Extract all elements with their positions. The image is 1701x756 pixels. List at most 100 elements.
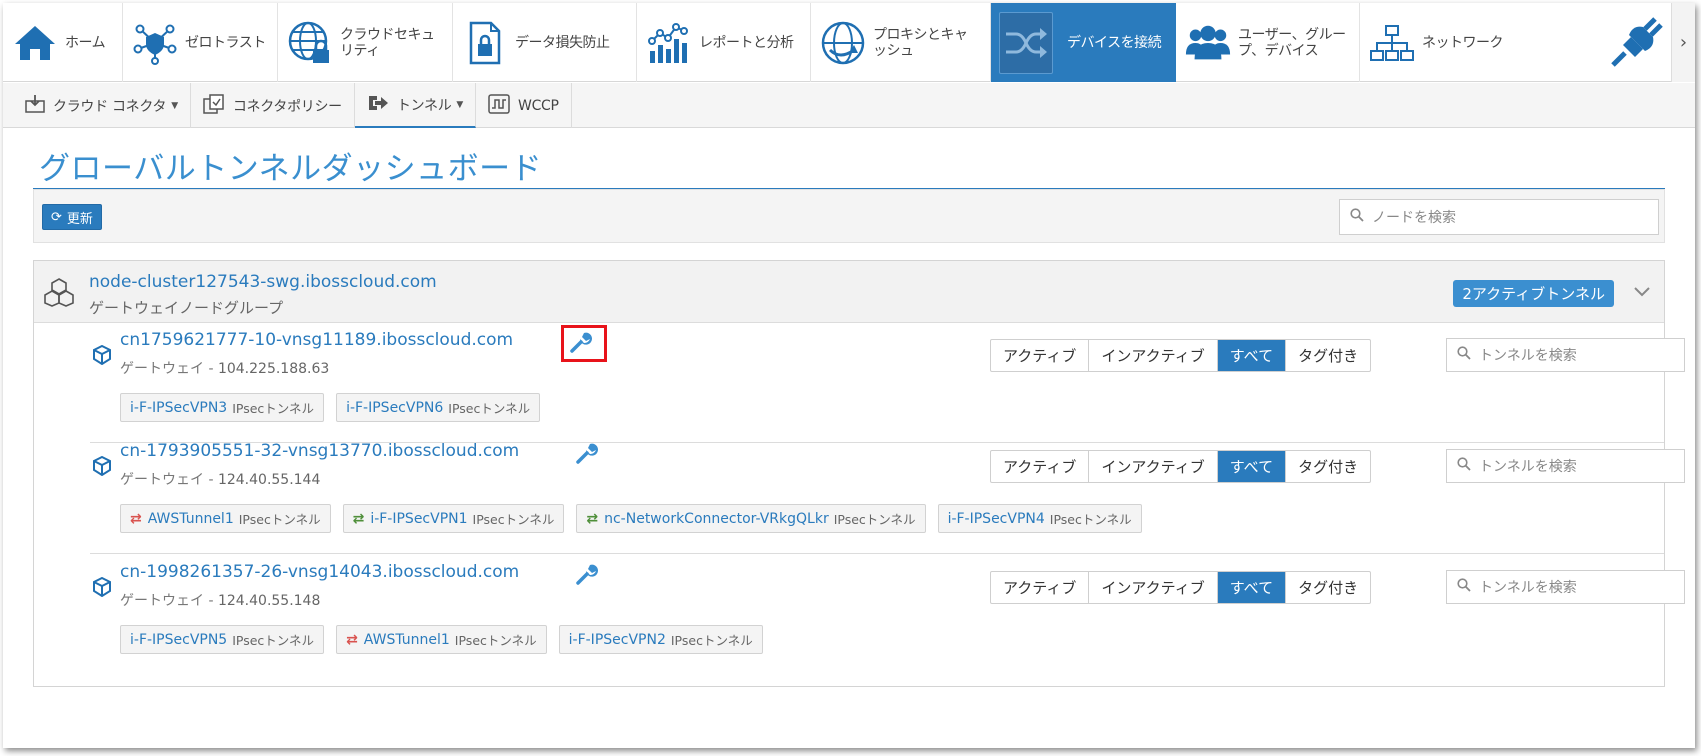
tunnel-name: AWSTunnel1 xyxy=(363,631,450,648)
nav-scroll-right-button[interactable]: › xyxy=(1671,3,1695,82)
tunnel-name: i-F-IPSecVPN1 xyxy=(370,510,468,527)
filter-tagged-button[interactable]: タグ付き xyxy=(1286,451,1370,482)
nav-network[interactable]: ネットワーク xyxy=(1360,3,1530,82)
tunnel-filter-group: アクティブ インアクティブ すべて タグ付き xyxy=(990,571,1372,604)
node-search-input[interactable]: ノードを検索 xyxy=(1339,199,1659,235)
tunnel-filter-group: アクティブ インアクティブ すべて タグ付き xyxy=(990,339,1372,372)
tunnel-tag[interactable]: ⇄ AWSTunnel1 IPsecトンネル xyxy=(120,504,331,533)
zero-trust-icon xyxy=(131,19,179,67)
search-icon xyxy=(1457,346,1471,364)
tunnel-tag[interactable]: ⇄ i-F-IPSecVPN1 IPsecトンネル xyxy=(342,504,565,533)
subnav-label: コネクタポリシー xyxy=(232,98,342,115)
filter-inactive-button[interactable]: インアクティブ xyxy=(1089,340,1218,371)
cluster-cubes-icon xyxy=(44,277,74,311)
sub-navigation: クラウド コネクタ ▼ コネクタポリシー トンネル ▼ WCCP xyxy=(3,83,1695,128)
gateway-row: cn-1998261357-26-vnsg14043.ibosscloud.co… xyxy=(90,555,1685,675)
nav-users-groups[interactable]: ユーザー、グループ、デバイス xyxy=(1176,3,1360,82)
search-icon xyxy=(1350,208,1364,226)
nav-label: ホーム xyxy=(65,34,106,51)
nav-zero-trust[interactable]: ゼロトラスト xyxy=(123,3,278,82)
tunnel-filter-group: アクティブ インアクティブ すべて タグ付き xyxy=(990,450,1372,483)
gateway-ip: 124.40.55.148 xyxy=(217,593,321,609)
subnav-cloud-connector[interactable]: クラウド コネクタ ▼ xyxy=(13,83,191,128)
wrench-icon[interactable] xyxy=(576,442,598,468)
top-navigation: ホーム ゼロトラスト クラウドセキュリティ データ損失防止 レポートと分析 プロ… xyxy=(3,3,1695,82)
filter-inactive-button[interactable]: インアクティブ xyxy=(1089,572,1218,603)
cluster-header[interactable]: node-cluster127543-swg.ibosscloud.com ゲー… xyxy=(34,261,1664,323)
filter-all-button[interactable]: すべて xyxy=(1217,451,1287,482)
filter-active-button[interactable]: アクティブ xyxy=(991,572,1090,603)
search-icon xyxy=(1457,578,1471,596)
tunnel-search-input[interactable]: トンネルを検索 xyxy=(1446,338,1685,372)
subnav-tunnel[interactable]: トンネル ▼ xyxy=(354,83,477,128)
gateway-row: cn-1793905551-32-vnsg13770.ibosscloud.co… xyxy=(90,434,1685,554)
cloud-connector-download-icon xyxy=(25,94,53,117)
tunnel-kind: IPsecトンネル xyxy=(232,633,315,648)
caret-down-icon: ▼ xyxy=(456,99,464,110)
tunnel-tag[interactable]: i-F-IPSecVPN5 IPsecトンネル xyxy=(120,625,325,654)
nav-label: デバイスを接続 xyxy=(1067,34,1162,51)
tunnel-kind: IPsecトンネル xyxy=(232,401,315,416)
tunnel-tag[interactable]: i-F-IPSecVPN3 IPsecトンネル xyxy=(120,393,325,422)
gateway-name-link[interactable]: cn-1793905551-32-vnsg13770.ibosscloud.co… xyxy=(120,441,519,461)
tunnel-search-placeholder: トンネルを検索 xyxy=(1479,348,1577,364)
tunnel-tag[interactable]: i-F-IPSecVPN4 IPsecトンネル xyxy=(937,504,1142,533)
cloud-security-globe-icon xyxy=(286,19,334,67)
chevron-down-icon[interactable] xyxy=(1634,282,1650,301)
tunnel-kind: IPsecトンネル xyxy=(472,512,555,527)
node-search-placeholder: ノードを検索 xyxy=(1372,210,1456,226)
filter-active-button[interactable]: アクティブ xyxy=(991,451,1090,482)
chevron-right-icon: › xyxy=(1679,32,1688,53)
gateway-name-link[interactable]: cn-1998261357-26-vnsg14043.ibosscloud.co… xyxy=(120,562,519,582)
search-icon xyxy=(1457,457,1471,475)
page-title: グローバルトンネルダッシュボード xyxy=(39,151,543,187)
nav-reports[interactable]: レポートと分析 xyxy=(637,3,811,82)
tunnel-tag[interactable]: i-F-IPSecVPN6 IPsecトンネル xyxy=(336,393,541,422)
reports-chart-icon xyxy=(645,19,693,67)
filter-all-button[interactable]: すべて xyxy=(1217,572,1287,603)
tunnel-kind: IPsecトンネル xyxy=(238,512,321,527)
users-group-icon xyxy=(1184,19,1232,67)
toolbar: ⟳ 更新 ノードを検索 xyxy=(33,189,1665,243)
filter-all-button[interactable]: すべて xyxy=(1217,340,1287,371)
gateway-subtitle: ゲートウェイ - 124.40.55.144 xyxy=(120,472,321,488)
tunnel-tag[interactable]: i-F-IPSecVPN2 IPsecトンネル xyxy=(558,625,763,654)
refresh-button[interactable]: ⟳ 更新 xyxy=(42,204,102,230)
tunnel-kind: IPsecトンネル xyxy=(1049,512,1132,527)
tunnel-search-input[interactable]: トンネルを検索 xyxy=(1446,570,1685,604)
tunnel-tags: i-F-IPSecVPN5 IPsecトンネル ⇄ AWSTunnel1 IPsecト… xyxy=(120,625,763,654)
connect-devices-shuffle-icon xyxy=(999,11,1053,74)
gateway-row: cn1759621777-10-vnsg11189.ibosscloud.com… xyxy=(90,323,1685,443)
cluster-name-link[interactable]: node-cluster127543-swg.ibosscloud.com xyxy=(89,272,437,292)
tunnel-name: nc-NetworkConnector-VRkgQLkr xyxy=(604,510,829,527)
tunnel-tag[interactable]: ⇄ AWSTunnel1 IPsecトンネル xyxy=(336,625,547,654)
nav-label: ユーザー、グループ、デバイス xyxy=(1238,26,1346,59)
subnav-label: クラウド コネクタ xyxy=(53,98,167,115)
nav-label: レポートと分析 xyxy=(699,34,794,51)
nav-proxy-cache[interactable]: プロキシとキャッシュ xyxy=(811,3,991,82)
filter-tagged-button[interactable]: タグ付き xyxy=(1286,340,1370,371)
nav-home[interactable]: ホーム xyxy=(3,3,123,82)
nav-cloud-security[interactable]: クラウドセキュリティ xyxy=(278,3,453,82)
highlight-box xyxy=(561,325,607,362)
nav-connect-devices[interactable]: デバイスを接続 xyxy=(991,3,1176,82)
filter-active-button[interactable]: アクティブ xyxy=(991,340,1090,371)
tunnel-name: AWSTunnel1 xyxy=(147,510,234,527)
gateway-type: ゲートウェイ xyxy=(120,361,204,377)
filter-inactive-button[interactable]: インアクティブ xyxy=(1089,451,1218,482)
nav-dlp[interactable]: データ損失防止 xyxy=(453,3,637,82)
dlp-document-lock-icon xyxy=(461,19,509,67)
network-tree-icon xyxy=(1368,19,1416,67)
tunnel-name: i-F-IPSecVPN2 xyxy=(568,631,666,648)
filter-tagged-button[interactable]: タグ付き xyxy=(1286,572,1370,603)
tunnel-search-input[interactable]: トンネルを検索 xyxy=(1446,449,1685,483)
gateway-name-link[interactable]: cn1759621777-10-vnsg11189.ibosscloud.com xyxy=(120,330,513,350)
active-arrows-icon: ⇄ xyxy=(352,510,365,527)
app-window: ホーム ゼロトラスト クラウドセキュリティ データ損失防止 レポートと分析 プロ… xyxy=(3,3,1695,748)
subnav-connector-policy[interactable]: コネクタポリシー xyxy=(191,83,355,128)
caret-down-icon: ▼ xyxy=(171,100,178,111)
wrench-icon[interactable] xyxy=(576,563,598,589)
subnav-wccp[interactable]: WCCP xyxy=(476,83,572,128)
tunnel-tag[interactable]: ⇄ nc-NetworkConnector-VRkgQLkr IPsecトンネル xyxy=(576,504,926,533)
plug-icon[interactable] xyxy=(1609,17,1663,73)
